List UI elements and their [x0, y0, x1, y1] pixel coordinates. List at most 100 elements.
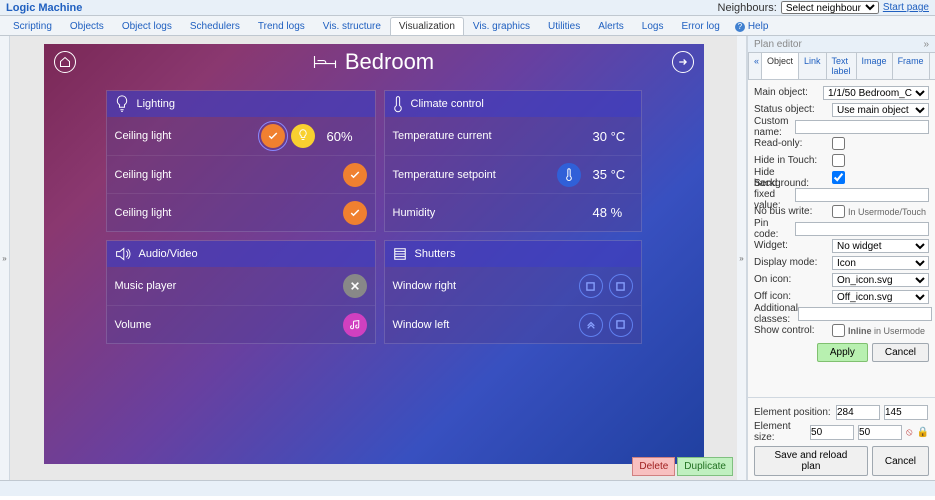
shutter-icon: [393, 247, 407, 261]
prop-label: Read-only:: [754, 138, 832, 149]
row-label: Humidity: [393, 207, 581, 219]
send-fixed-input[interactable]: [795, 188, 929, 202]
prop-label: Widget:: [754, 240, 832, 251]
size-h-input[interactable]: [858, 425, 902, 440]
tab-error-log[interactable]: Error log: [672, 17, 728, 35]
prop-label: Main object:: [754, 87, 823, 98]
stop-icon[interactable]: [579, 274, 603, 298]
prop-label: No bus write:: [754, 206, 832, 217]
row-label: Temperature setpoint: [393, 169, 551, 181]
display-mode-select[interactable]: Icon: [832, 256, 929, 270]
tab-scripting[interactable]: Scripting: [4, 17, 61, 35]
row-label: Window left: [393, 319, 573, 331]
bulb-icon: [115, 95, 129, 113]
visualization-canvas[interactable]: Bedroom Lighting Ceiling light 60%: [44, 44, 704, 464]
prop-label: On icon:: [754, 274, 832, 285]
page-title: Bedroom: [313, 49, 434, 75]
stop-icon[interactable]: [609, 274, 633, 298]
toggle-icon[interactable]: [343, 201, 367, 225]
no-bus-checkbox[interactable]: [832, 205, 845, 218]
close-icon[interactable]: [343, 274, 367, 298]
off-icon-select[interactable]: Off_icon.svg: [832, 290, 929, 304]
reset-size-icon[interactable]: ⦸: [906, 427, 913, 438]
sidebar-collapse-icon[interactable]: »: [923, 39, 929, 50]
pos-x-input[interactable]: [836, 405, 880, 420]
music-icon[interactable]: [343, 313, 367, 337]
lock-size-icon[interactable]: 🔒: [917, 427, 929, 438]
prop-label: Pin code:: [754, 218, 795, 240]
prop-label: Additional classes:: [754, 303, 798, 325]
show-control-checkbox[interactable]: [832, 324, 845, 337]
tab-text-label[interactable]: Text label: [826, 52, 857, 79]
left-collapse-handle[interactable]: »: [0, 36, 10, 480]
toggle-icon[interactable]: [261, 124, 285, 148]
add-classes-input[interactable]: [798, 307, 932, 321]
tab-gauge[interactable]: Gau: [929, 52, 935, 79]
tab-link[interactable]: Link: [798, 52, 827, 79]
checkbox-label: Inline in Usermode: [848, 326, 925, 336]
bed-icon: [313, 53, 337, 71]
save-reload-button[interactable]: Save and reload plan: [754, 446, 868, 476]
on-icon-select[interactable]: On_icon.svg: [832, 273, 929, 287]
tab-utilities[interactable]: Utilities: [539, 17, 589, 35]
row-label: Ceiling light: [115, 207, 337, 219]
tab-vis-graphics[interactable]: Vis. graphics: [464, 17, 539, 35]
sidebar-collapse-handle[interactable]: »: [737, 36, 747, 480]
row-value: 48 %: [593, 205, 633, 220]
home-icon[interactable]: [54, 51, 76, 73]
thermo-icon[interactable]: [557, 163, 581, 187]
delete-button[interactable]: Delete: [632, 457, 675, 476]
cancel-plan-button[interactable]: Cancel: [872, 446, 929, 476]
start-page-link[interactable]: Start page: [883, 2, 929, 13]
size-w-input[interactable]: [810, 425, 854, 440]
tab-objects[interactable]: Objects: [61, 17, 113, 35]
help-link[interactable]: ?Help: [729, 18, 775, 35]
tab-visualization[interactable]: Visualization: [390, 17, 464, 35]
neighbours-select[interactable]: Select neighbour: [781, 1, 879, 14]
tab-image[interactable]: Image: [856, 52, 893, 79]
bulb-state-icon[interactable]: [291, 124, 315, 148]
panel-av: Audio/Video Music player Volume: [106, 240, 376, 344]
panel-title: Audio/Video: [139, 248, 198, 260]
widget-select[interactable]: No widget: [832, 239, 929, 253]
tab-vis-structure[interactable]: Vis. structure: [314, 17, 390, 35]
custom-name-input[interactable]: [795, 120, 929, 134]
readonly-checkbox[interactable]: [832, 137, 845, 150]
pin-code-input[interactable]: [795, 222, 929, 236]
main-tabs: Scripting Objects Object logs Schedulers…: [0, 16, 935, 36]
status-object-select[interactable]: Use main object: [832, 103, 929, 117]
prop-label: Display mode:: [754, 257, 832, 268]
panel-title: Shutters: [415, 248, 456, 260]
hide-touch-checkbox[interactable]: [832, 154, 845, 167]
speaker-icon: [115, 247, 131, 261]
next-icon[interactable]: [672, 51, 694, 73]
pos-y-input[interactable]: [884, 405, 928, 420]
row-label: Ceiling light: [115, 130, 255, 142]
tab-object-logs[interactable]: Object logs: [113, 17, 181, 35]
stop-icon[interactable]: [609, 313, 633, 337]
row-label: Music player: [115, 280, 337, 292]
toggle-icon[interactable]: [343, 163, 367, 187]
cancel-button[interactable]: Cancel: [872, 343, 929, 362]
hide-bg-checkbox[interactable]: [832, 171, 845, 184]
tab-alerts[interactable]: Alerts: [589, 17, 633, 35]
tab-logs[interactable]: Logs: [633, 17, 673, 35]
tab-object[interactable]: Object: [761, 52, 799, 79]
row-label: Temperature current: [393, 130, 581, 142]
duplicate-button[interactable]: Duplicate: [677, 457, 733, 476]
apply-button[interactable]: Apply: [817, 343, 868, 362]
up-icon[interactable]: [579, 313, 603, 337]
prop-label: Custom name:: [754, 116, 795, 138]
main-object-select[interactable]: 1/1/50 Bedroom_C: [823, 86, 929, 100]
canvas-area: Bedroom Lighting Ceiling light 60%: [10, 36, 737, 480]
row-value: 35 °C: [593, 167, 633, 182]
row-value: 60%: [327, 129, 367, 144]
tab-trend-logs[interactable]: Trend logs: [249, 17, 314, 35]
tab-scroll-left[interactable]: «: [748, 52, 762, 79]
panel-title: Lighting: [137, 98, 176, 110]
sidebar-title: Plan editor: [754, 39, 802, 50]
checkbox-label: In Usermode/Touch: [848, 207, 926, 217]
tab-schedulers[interactable]: Schedulers: [181, 17, 249, 35]
row-value: 30 °C: [593, 129, 633, 144]
tab-frame[interactable]: Frame: [892, 52, 930, 79]
